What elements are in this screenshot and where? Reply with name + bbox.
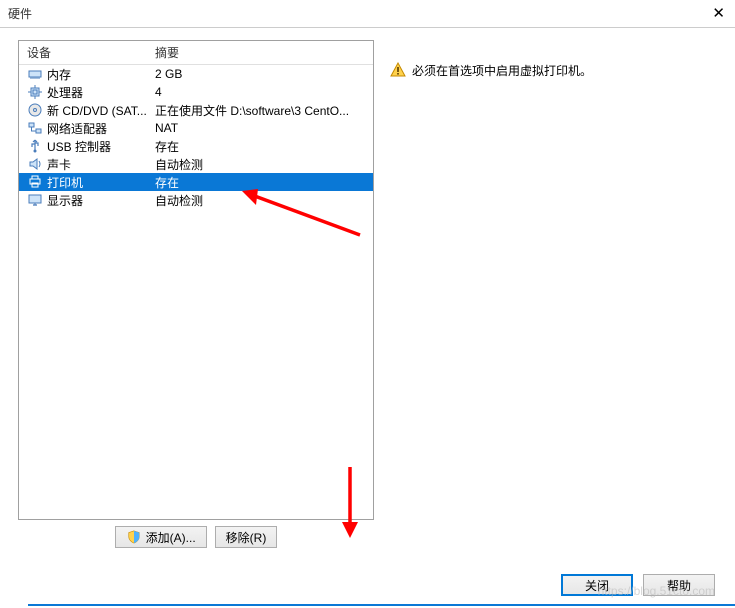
device-summary: 4 — [151, 83, 373, 101]
help-button-label: 帮助 — [667, 577, 691, 594]
device-summary: 正在使用文件 D:\software\3 CentO... — [151, 101, 373, 119]
memory-icon — [27, 66, 43, 82]
warning-icon — [390, 62, 406, 78]
device-name: 新 CD/DVD (SAT... — [47, 102, 147, 119]
right-panel: 必须在首选项中启用虚拟打印机。 — [390, 40, 717, 548]
device-name: 打印机 — [47, 174, 83, 191]
device-summary: NAT — [151, 119, 373, 137]
footer-buttons: 关闭 帮助 — [561, 574, 715, 596]
device-name: 网络适配器 — [47, 120, 107, 137]
device-row-cd[interactable]: 新 CD/DVD (SAT...正在使用文件 D:\software\3 Cen… — [19, 101, 373, 119]
device-row-network[interactable]: 网络适配器 NAT — [19, 119, 373, 137]
window-title: 硬件 — [8, 5, 32, 22]
cpu-icon — [27, 84, 43, 100]
header-summary: 摘要 — [151, 41, 373, 64]
device-summary: 自动检测 — [151, 155, 373, 173]
add-button-label: 添加(A)... — [146, 529, 196, 546]
usb-icon — [27, 138, 43, 154]
device-row-usb[interactable]: USB 控制器 存在 — [19, 137, 373, 155]
device-summary: 存在 — [151, 173, 373, 191]
help-button[interactable]: 帮助 — [643, 574, 715, 596]
close-icon[interactable]: ✕ — [712, 4, 725, 22]
bottom-accent — [28, 604, 735, 608]
device-row-printer[interactable]: 打印机 存在 — [19, 173, 373, 191]
device-row-sound[interactable]: 声卡 自动检测 — [19, 155, 373, 173]
warning-message: 必须在首选项中启用虚拟打印机。 — [390, 62, 717, 79]
header-device: 设备 — [19, 41, 151, 64]
device-name: USB 控制器 — [47, 138, 111, 155]
device-name: 声卡 — [47, 156, 71, 173]
add-button[interactable]: 添加(A)... — [115, 526, 207, 548]
network-icon — [27, 120, 43, 136]
device-list: 设备 摘要 内存 2 GB 处理器 4新 CD/DVD (SAT...正在使用文件 D… — [18, 40, 374, 520]
device-name: 显示器 — [47, 192, 83, 209]
close-button-label: 关闭 — [585, 577, 609, 594]
display-icon — [27, 192, 43, 208]
sound-icon — [27, 156, 43, 172]
device-name: 处理器 — [47, 84, 83, 101]
titlebar: 硬件 ✕ — [0, 0, 735, 28]
warning-text: 必须在首选项中启用虚拟打印机。 — [412, 62, 592, 79]
left-panel: 设备 摘要 内存 2 GB 处理器 4新 CD/DVD (SAT...正在使用文件 D… — [18, 40, 374, 548]
device-list-header: 设备 摘要 — [19, 41, 373, 65]
close-button[interactable]: 关闭 — [561, 574, 633, 596]
device-row-cpu[interactable]: 处理器 4 — [19, 83, 373, 101]
shield-icon — [126, 529, 142, 545]
device-name: 内存 — [47, 66, 71, 83]
cd-icon — [27, 102, 43, 118]
device-row-display[interactable]: 显示器 自动检测 — [19, 191, 373, 209]
printer-icon — [27, 174, 43, 190]
device-summary: 自动检测 — [151, 191, 373, 209]
remove-button-label: 移除(R) — [226, 529, 267, 546]
device-buttons: 添加(A)... 移除(R) — [18, 526, 374, 548]
device-summary: 存在 — [151, 137, 373, 155]
remove-button[interactable]: 移除(R) — [215, 526, 278, 548]
main-content: 设备 摘要 内存 2 GB 处理器 4新 CD/DVD (SAT...正在使用文件 D… — [0, 28, 735, 548]
device-row-memory[interactable]: 内存 2 GB — [19, 65, 373, 83]
device-summary: 2 GB — [151, 65, 373, 83]
